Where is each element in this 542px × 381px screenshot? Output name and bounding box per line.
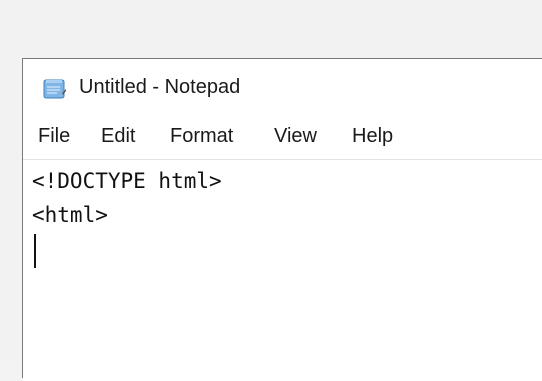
editor-line: <html> (32, 203, 108, 227)
title-bar[interactable]: Untitled - Notepad (23, 59, 542, 119)
menu-divider (23, 159, 542, 160)
menu-edit[interactable]: Edit (101, 125, 135, 148)
text-editor-area[interactable]: <!DOCTYPE html> <html> (23, 161, 542, 381)
notepad-window: Untitled - Notepad File Edit Format View… (22, 58, 542, 381)
notepad-icon (43, 79, 67, 99)
menu-help[interactable]: Help (352, 125, 393, 148)
menu-bar: File Edit Format View Help (23, 121, 542, 155)
menu-file[interactable]: File (38, 125, 70, 148)
editor-line: <!DOCTYPE html> (32, 169, 222, 193)
window-title: Untitled - Notepad (79, 76, 241, 98)
menu-format[interactable]: Format (170, 125, 233, 148)
text-cursor (34, 234, 36, 268)
menu-view[interactable]: View (274, 125, 317, 148)
